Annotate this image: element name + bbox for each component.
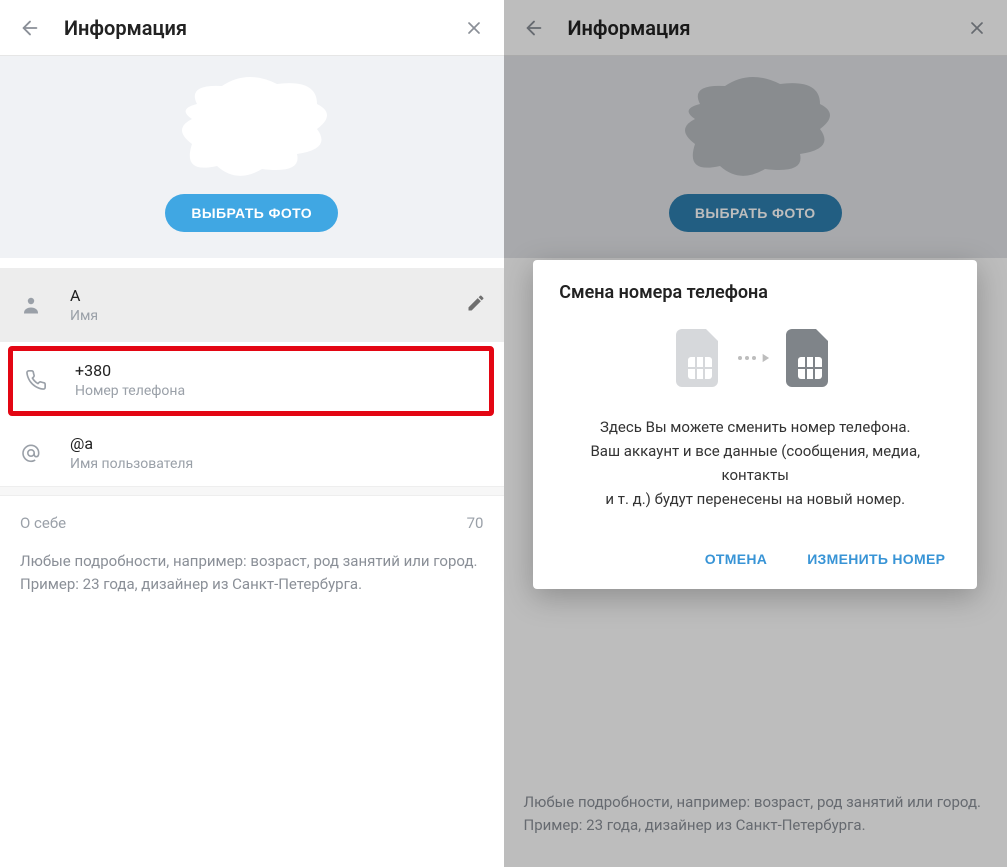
- at-icon: [18, 440, 44, 466]
- dialog-body: Здесь Вы можете сменить номер телефона. …: [559, 415, 951, 511]
- header: Информация: [0, 0, 504, 56]
- name-value: А: [70, 286, 440, 305]
- username-label: Имя пользователя: [70, 456, 486, 472]
- phone-texts: +380 Номер телефона: [75, 361, 479, 399]
- edit-name-button[interactable]: [466, 293, 486, 317]
- spacer: [0, 258, 504, 268]
- transfer-arrow-icon: [738, 351, 772, 365]
- info-list: А Имя +380 Номер телефона @a Имя пользов…: [0, 268, 504, 486]
- arrow-left-icon: [19, 17, 41, 39]
- photo-area: ВЫБРАТЬ ФОТО: [0, 56, 504, 258]
- sim-old-icon: [676, 329, 724, 387]
- settings-panel-left: Информация ВЫБРАТЬ ФОТО А Имя: [0, 0, 504, 867]
- dialog-body-line3: и т. д.) будут перенесены на новый номер…: [559, 487, 951, 511]
- cancel-button[interactable]: ОТМЕНА: [699, 543, 773, 575]
- sim-new-icon: [786, 329, 834, 387]
- change-phone-dialog: Смена номера телефона Здесь Вы можете см…: [533, 260, 977, 589]
- name-texts: А Имя: [70, 286, 440, 324]
- close-button[interactable]: [460, 14, 488, 42]
- person-icon: [18, 292, 44, 318]
- pencil-icon: [466, 293, 486, 313]
- avatar-placeholder: [167, 74, 337, 184]
- about-hint-line2: Пример: 23 года, дизайнер из Санкт-Петер…: [20, 573, 484, 596]
- about-hint: Любые подробности, например: возраст, ро…: [0, 542, 504, 617]
- username-texts: @a Имя пользователя: [70, 434, 486, 472]
- about-label: О себе: [20, 514, 66, 532]
- phone-row[interactable]: +380 Номер телефона: [8, 346, 494, 416]
- close-icon: [464, 18, 484, 38]
- dialog-body-line1: Здесь Вы можете сменить номер телефона.: [559, 415, 951, 439]
- back-button[interactable]: [16, 14, 44, 42]
- sim-graphic: [559, 329, 951, 387]
- settings-panel-right: Информация ВЫБРАТЬ ФОТО Любые подробност…: [504, 0, 1007, 867]
- change-number-button[interactable]: ИЗМЕНИТЬ НОМЕР: [801, 543, 951, 575]
- choose-photo-button[interactable]: ВЫБРАТЬ ФОТО: [165, 194, 338, 232]
- about-row[interactable]: О себе 70: [0, 496, 504, 542]
- phone-value: +380: [75, 361, 479, 380]
- phone-label: Номер телефона: [75, 383, 479, 399]
- section-divider: [0, 486, 504, 496]
- page-title: Информация: [64, 16, 440, 40]
- dialog-actions: ОТМЕНА ИЗМЕНИТЬ НОМЕР: [559, 537, 951, 575]
- name-label: Имя: [70, 308, 440, 324]
- name-row[interactable]: А Имя: [0, 268, 504, 342]
- dialog-body-line2: Ваш аккаунт и все данные (сообщения, мед…: [559, 439, 951, 487]
- username-value: @a: [70, 434, 486, 453]
- dialog-title: Смена номера телефона: [559, 282, 951, 303]
- about-hint-line1: Любые подробности, например: возраст, ро…: [20, 550, 484, 573]
- phone-icon: [23, 367, 49, 393]
- about-counter: 70: [467, 514, 484, 532]
- username-row[interactable]: @a Имя пользователя: [0, 420, 504, 486]
